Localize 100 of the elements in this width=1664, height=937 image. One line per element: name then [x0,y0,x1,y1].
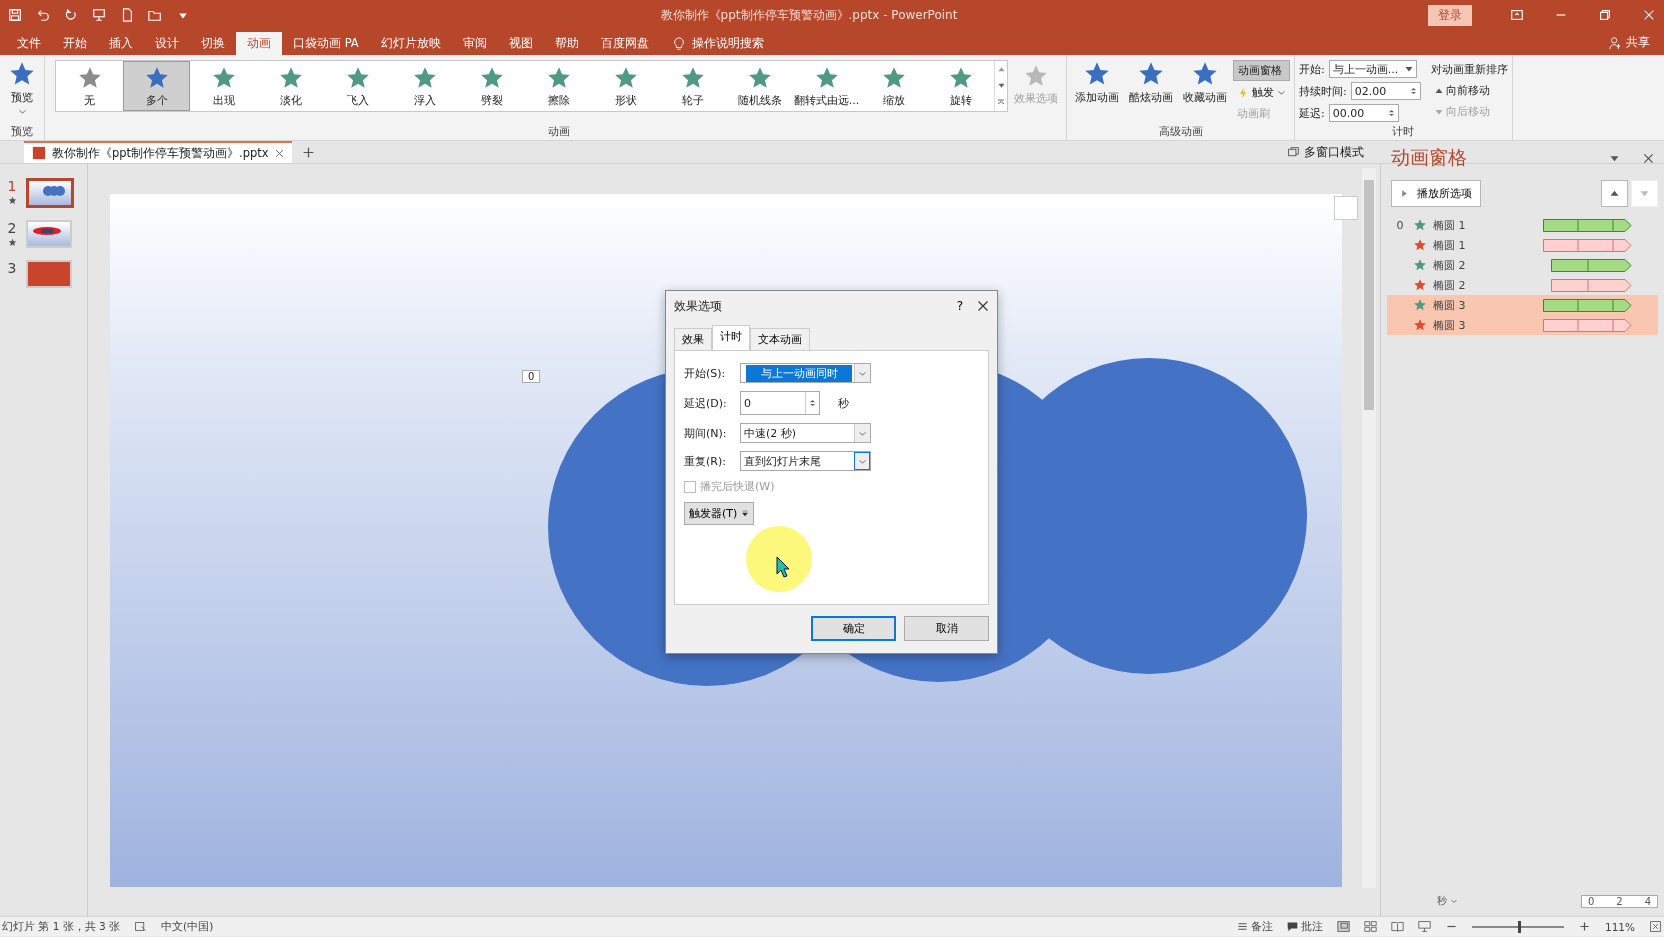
group-label: 计时 [1391,124,1416,140]
move-earlier-button[interactable]: 向前移动 [1430,81,1508,100]
zoom-level[interactable]: 111% [1604,920,1635,933]
help-button[interactable]: ? [950,299,969,313]
animation-item[interactable]: 椭圆 1 [1387,235,1658,255]
open-folder-icon[interactable] [148,8,162,22]
scrollbar-thumb[interactable] [1364,180,1374,410]
trigger-button[interactable]: 触发器(T) [684,502,755,525]
delay-field[interactable]: 0 [740,391,820,415]
restore-icon[interactable] [1598,8,1612,22]
close-icon[interactable] [1642,8,1656,22]
dialog-tab[interactable]: 计时 [712,325,750,350]
duration-field[interactable]: 02.00 [1350,82,1421,100]
timeline-ruler: 0 2 4 [1580,894,1658,908]
animation-style[interactable]: 翻转式由远... [793,61,860,111]
close-icon[interactable] [274,148,284,158]
close-icon[interactable] [977,300,989,312]
animation-style[interactable]: 多个 [123,61,190,111]
play-selected-button[interactable]: 播放所选项 [1391,180,1481,207]
tell-me-search[interactable]: 操作说明搜索 [659,32,776,55]
animation-style[interactable]: 浮入 [391,61,458,111]
ribbon-tab[interactable]: 开始 [52,32,98,55]
ribbon-tab[interactable]: 审阅 [451,32,498,55]
present-icon[interactable] [92,8,106,22]
animation-item[interactable]: 椭圆 3 [1387,295,1658,315]
comments-button[interactable]: 批注 [1286,919,1323,934]
period-dropdown[interactable]: 中速(2 秒) [740,423,871,443]
scroll-down-icon[interactable] [997,82,1005,89]
ribbon-tab[interactable]: 插入 [98,32,144,55]
animation-style[interactable]: 形状 [592,61,659,111]
slide-number: 3 [7,260,17,276]
cool-animation-button[interactable]: 酷炫动画 [1125,57,1177,108]
animation-style[interactable]: 飞入 [324,61,391,111]
animation-style[interactable]: 旋转 [927,61,994,111]
language-label: 中文(中国) [161,919,214,934]
slide-thumbnail[interactable] [26,178,74,208]
animation-pane-button[interactable]: 动画窗格 [1233,60,1290,81]
animation-item[interactable]: 椭圆 3 [1387,315,1658,335]
close-icon[interactable] [1643,152,1654,164]
animation-style[interactable]: 缩放 [860,61,927,111]
ribbon-display-icon[interactable] [1510,8,1524,22]
animation-item[interactable]: 椭圆 2 [1387,255,1658,275]
document-tab[interactable]: 教你制作《ppt制作停车预警动画》.pptx [24,141,292,163]
plus-icon[interactable] [301,145,315,159]
dialog-tab[interactable]: 效果 [674,328,712,350]
animation-style[interactable]: 劈裂 [458,61,525,111]
time-unit-dropdown[interactable]: 秒 [1437,894,1458,908]
ribbon-tab[interactable]: 百度网盘 [589,32,660,55]
accessibility-icon[interactable] [134,920,148,933]
reading-view-icon[interactable] [1390,920,1404,933]
ribbon-tab[interactable]: 幻灯片放映 [369,32,452,55]
cancel-button[interactable]: 取消 [904,616,989,641]
ribbon-tab[interactable]: 视图 [497,32,544,55]
zoom-thumb[interactable] [1517,920,1521,933]
dialog-tab[interactable]: 文本动画 [750,328,810,350]
delay-field[interactable]: 00.00 [1328,104,1399,122]
scroll-up-icon[interactable] [997,65,1005,73]
move-up-button[interactable] [1601,180,1628,207]
new-file-icon[interactable] [120,8,134,22]
add-animation-button[interactable]: 添加动画 [1071,57,1123,108]
ribbon-tab[interactable]: 文件 [6,32,52,55]
login-button[interactable]: 登录 [1428,4,1472,26]
start-dropdown[interactable]: 与上一动画... [1328,60,1417,78]
favorite-animation-button[interactable]: 收藏动画 [1179,57,1231,108]
share-button[interactable]: 共享 [1594,30,1664,55]
repeat-dropdown[interactable]: 直到幻灯片末尾 [740,451,871,471]
trigger-button[interactable]: 触发 [1233,83,1290,102]
item-name: 椭圆 1 [1432,217,1467,233]
ribbon-tab[interactable]: 帮助 [543,32,590,55]
multi-window-button[interactable]: 多窗口模式 [1287,143,1364,161]
animation-item[interactable]: 椭圆 2 [1387,275,1658,295]
powerpoint-icon [32,146,46,160]
normal-view-icon[interactable] [1336,920,1350,933]
animation-style[interactable]: 随机线条 [726,61,793,111]
ribbon-tab[interactable]: 动画 [236,32,282,55]
ok-button[interactable]: 确定 [811,616,896,641]
pane-options-icon[interactable] [1610,153,1619,163]
notes-button[interactable]: 备注 [1236,919,1273,934]
zoom-in-icon[interactable] [1577,920,1591,933]
comment-icon [1286,921,1298,932]
group-label: 预览 [10,124,34,140]
save-icon[interactable] [8,8,22,22]
slideshow-icon[interactable] [1417,920,1431,933]
start-dropdown[interactable]: 与上一动画同时 [740,363,871,383]
item-name: 椭圆 2 [1432,257,1467,273]
ribbon-tab[interactable]: 切换 [190,32,236,55]
fit-slide-icon[interactable] [1649,920,1662,933]
animation-item[interactable]: 0 椭圆 1 [1387,215,1658,235]
redo-icon[interactable] [64,8,78,22]
more-icon[interactable] [997,98,1005,107]
undo-icon[interactable] [36,8,50,22]
preview-button[interactable]: 预览 [4,57,40,119]
animation-style[interactable]: 淡化 [257,61,324,111]
animation-style[interactable]: 擦除 [525,61,592,111]
animation-style[interactable]: 出现 [190,61,257,111]
ribbon-tab[interactable]: 口袋动画 PA [282,32,370,55]
slide-sorter-icon[interactable] [1363,920,1377,933]
animation-style[interactable]: 轮子 [659,61,726,111]
animation-style[interactable]: 无 [56,61,123,111]
ribbon-tab[interactable]: 设计 [144,32,190,55]
